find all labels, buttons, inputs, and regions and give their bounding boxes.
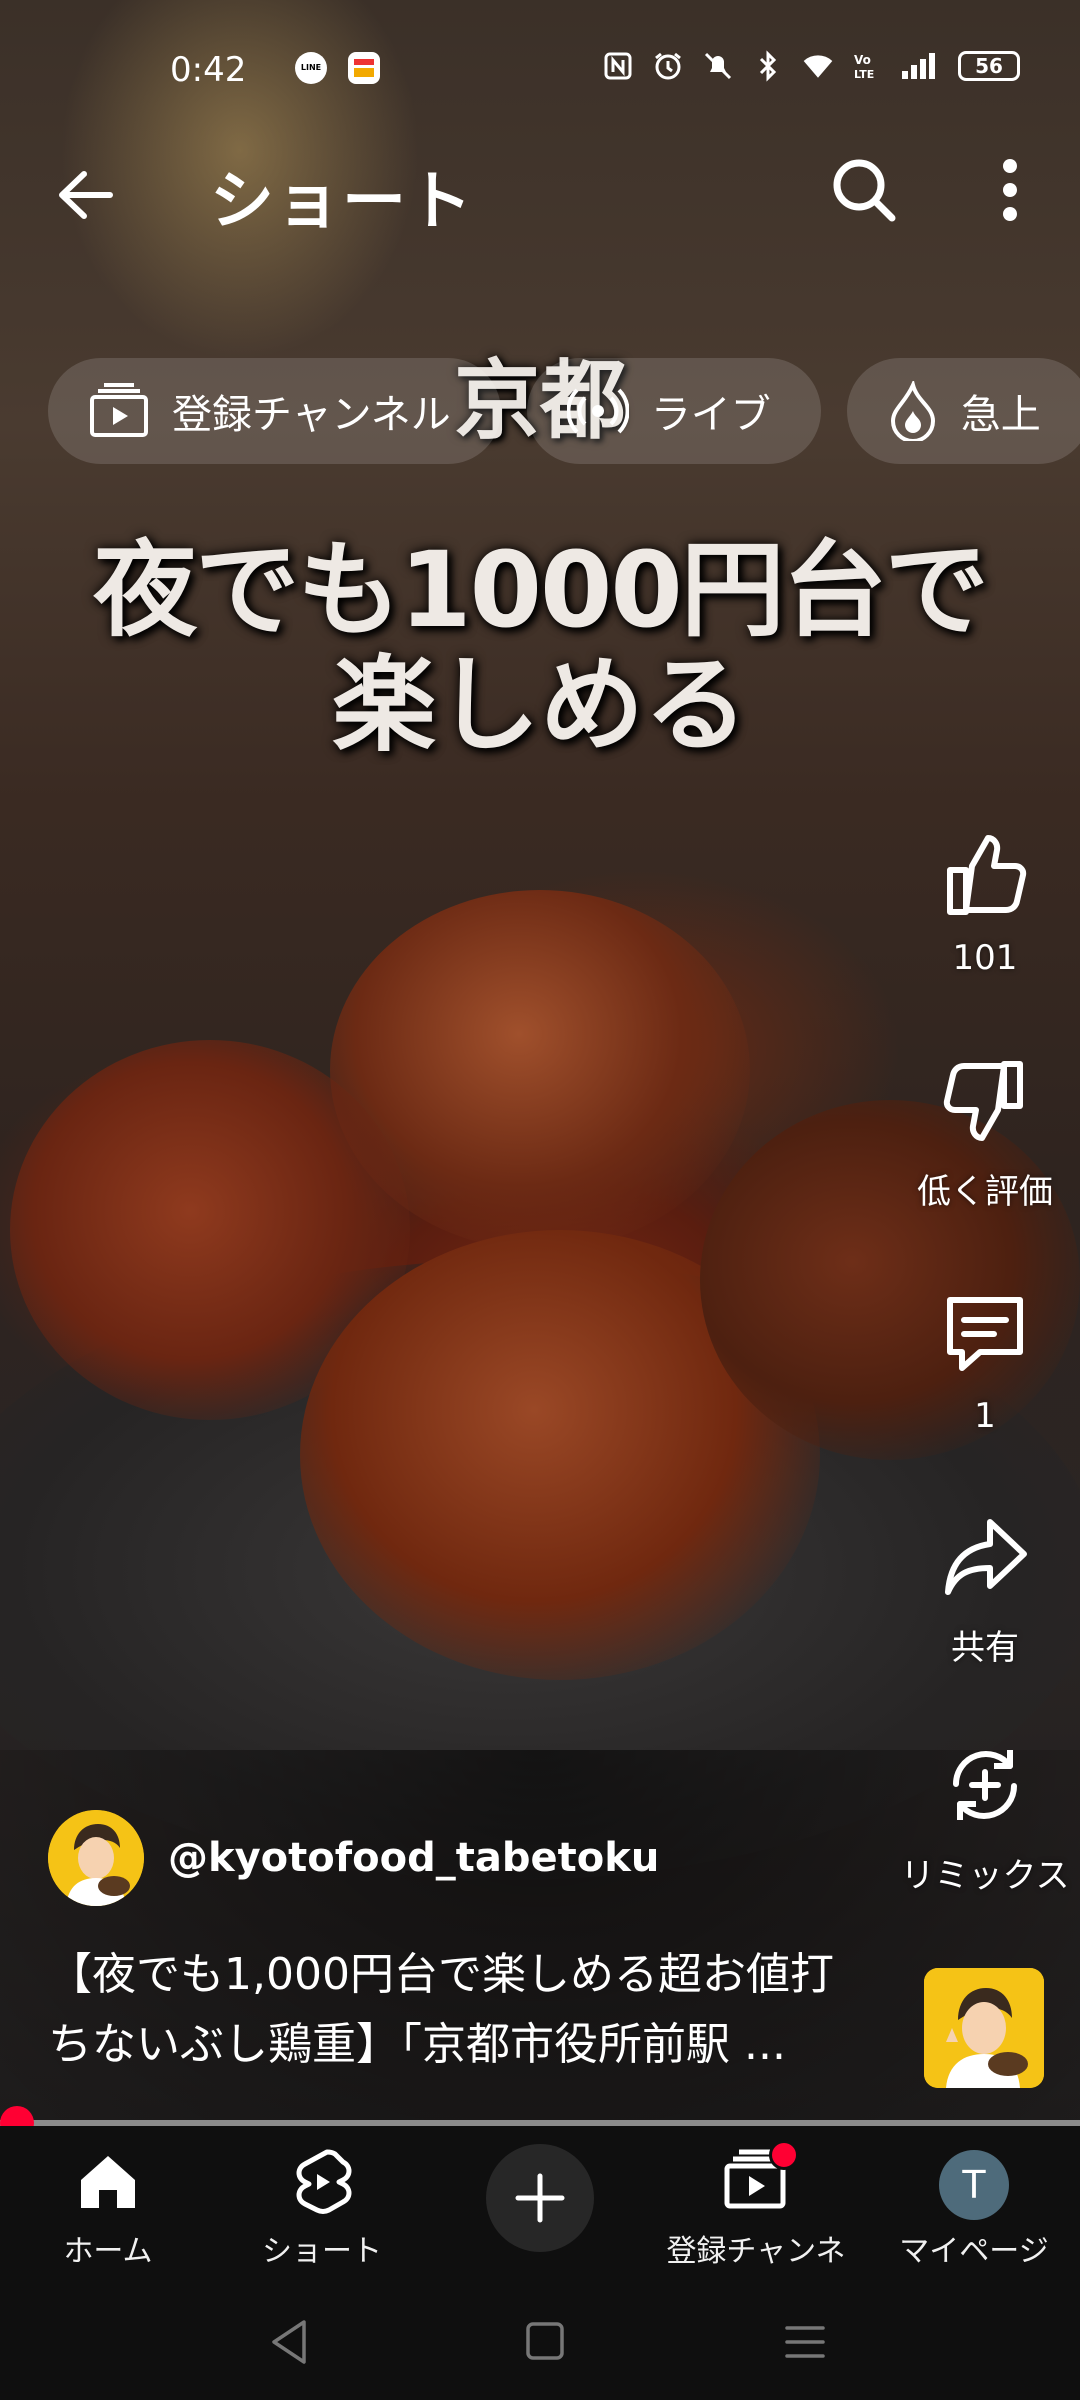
create-button[interactable] <box>486 2144 594 2252</box>
mute-icon <box>702 50 734 82</box>
alarm-icon <box>652 50 684 82</box>
line-icon: LINE <box>295 52 327 84</box>
status-system-icons: Vo LTE 56 <box>602 50 1020 82</box>
subscriptions-icon <box>90 383 148 437</box>
filter-chips: 登録チャンネル ライブ 急上 <box>48 358 1080 464</box>
comment-count: 1 <box>974 1396 996 1436</box>
svg-text:Vo: Vo <box>854 53 871 67</box>
chip-label: 急上 <box>960 392 1041 438</box>
share-button[interactable]: 共有 <box>880 1512 1080 1669</box>
system-nav-bar <box>0 2280 1080 2400</box>
system-home-icon[interactable] <box>515 2312 575 2372</box>
comment-icon <box>947 1297 1023 1371</box>
chip-live[interactable]: ライブ <box>526 358 821 464</box>
back-button[interactable] <box>50 160 120 230</box>
plus-icon <box>515 2173 565 2223</box>
dislike-label: 低く評価 <box>917 1172 1053 1212</box>
chip-label: 登録チャンネル <box>172 392 451 438</box>
bluetooth-icon <box>752 50 784 82</box>
trending-icon <box>890 381 935 441</box>
user-avatar: T <box>939 2150 1009 2220</box>
bottom-nav: ホーム ショート 登録チャンネル T マイページ <box>0 2126 1080 2313</box>
page-title: ショート <box>210 165 474 239</box>
nfc-icon <box>602 50 634 82</box>
share-icon <box>945 1519 1027 1595</box>
battery-indicator: 56 <box>958 51 1020 81</box>
shorts-screen: 京都 夜でも1000円台で 楽しめる 0:42 LINE Vo LTE 56 シ… <box>0 0 1080 2400</box>
volte-icon: Vo LTE <box>852 50 882 82</box>
comments-button[interactable]: 1 <box>880 1288 1080 1436</box>
nav-shorts-label: ショート <box>262 2234 382 2269</box>
arrow-left-icon <box>59 171 113 219</box>
video-description[interactable]: 【夜でも1,000円台で楽しめる超お値打 ちないぶし鶏重】「京都市役所前駅 ..… <box>48 1940 908 2080</box>
remix-label: リミックス <box>900 1856 1070 1896</box>
shorts-icon <box>296 2149 352 2214</box>
dislike-button[interactable]: 低く評価 <box>880 1056 1080 1213</box>
sound-avatar-illustration <box>924 1968 1044 2088</box>
avatar-letter: T <box>962 2163 986 2207</box>
nav-home[interactable]: ホーム <box>8 2138 208 2270</box>
sound-thumbnail[interactable] <box>924 1968 1044 2088</box>
nav-my-page[interactable]: T マイページ <box>874 2138 1074 2270</box>
live-icon <box>566 388 629 434</box>
svg-text:LTE: LTE <box>854 68 874 81</box>
remix-icon <box>953 1750 1017 1820</box>
more-vert-icon <box>1003 159 1017 221</box>
avatar-illustration <box>48 1810 144 1906</box>
signal-icon <box>900 50 940 82</box>
search-icon <box>833 159 896 222</box>
description-line2: ちないぶし鶏重】「京都市役所前駅 ... <box>48 2019 786 2070</box>
top-header: ショート <box>0 140 1080 240</box>
channel-avatar[interactable] <box>48 1810 144 1906</box>
thumb-up-icon <box>947 835 1027 915</box>
status-time: 0:42 <box>170 50 247 90</box>
thumb-down-icon <box>943 1061 1023 1141</box>
like-button[interactable]: 101 <box>880 830 1080 978</box>
video-caption-line2: 楽しめる <box>331 644 748 766</box>
system-recents-icon[interactable] <box>775 2312 835 2372</box>
share-label: 共有 <box>951 1628 1019 1668</box>
remix-button[interactable]: リミックス <box>880 1740 1080 1897</box>
svg-text:LINE: LINE <box>301 63 321 72</box>
more-options-button[interactable] <box>980 154 1040 226</box>
status-bar: 0:42 LINE Vo LTE 56 <box>0 40 1080 100</box>
system-back-icon[interactable] <box>260 2312 320 2372</box>
description-line1: 【夜でも1,000円台で楽しめる超お値打 <box>48 1949 834 2000</box>
nav-my-page-label: マイページ <box>899 2234 1049 2269</box>
chip-subscriptions[interactable]: 登録チャンネル <box>48 358 501 464</box>
home-icon <box>81 2156 135 2208</box>
search-button[interactable] <box>828 154 900 226</box>
nav-shorts[interactable]: ショート <box>222 2138 422 2270</box>
battery-level: 56 <box>975 54 1003 78</box>
channel-row[interactable]: @kyotofood_tabetoku <box>48 1810 659 1906</box>
app-badge-icon <box>348 52 380 84</box>
chip-label: ライブ <box>650 392 771 438</box>
like-count: 101 <box>952 938 1018 978</box>
wifi-icon <box>802 50 834 82</box>
nav-home-label: ホーム <box>63 2234 153 2269</box>
notification-dot <box>769 2140 799 2170</box>
chip-trending[interactable]: 急上 <box>846 358 1080 464</box>
channel-handle[interactable]: @kyotofood_tabetoku <box>168 1835 659 1881</box>
